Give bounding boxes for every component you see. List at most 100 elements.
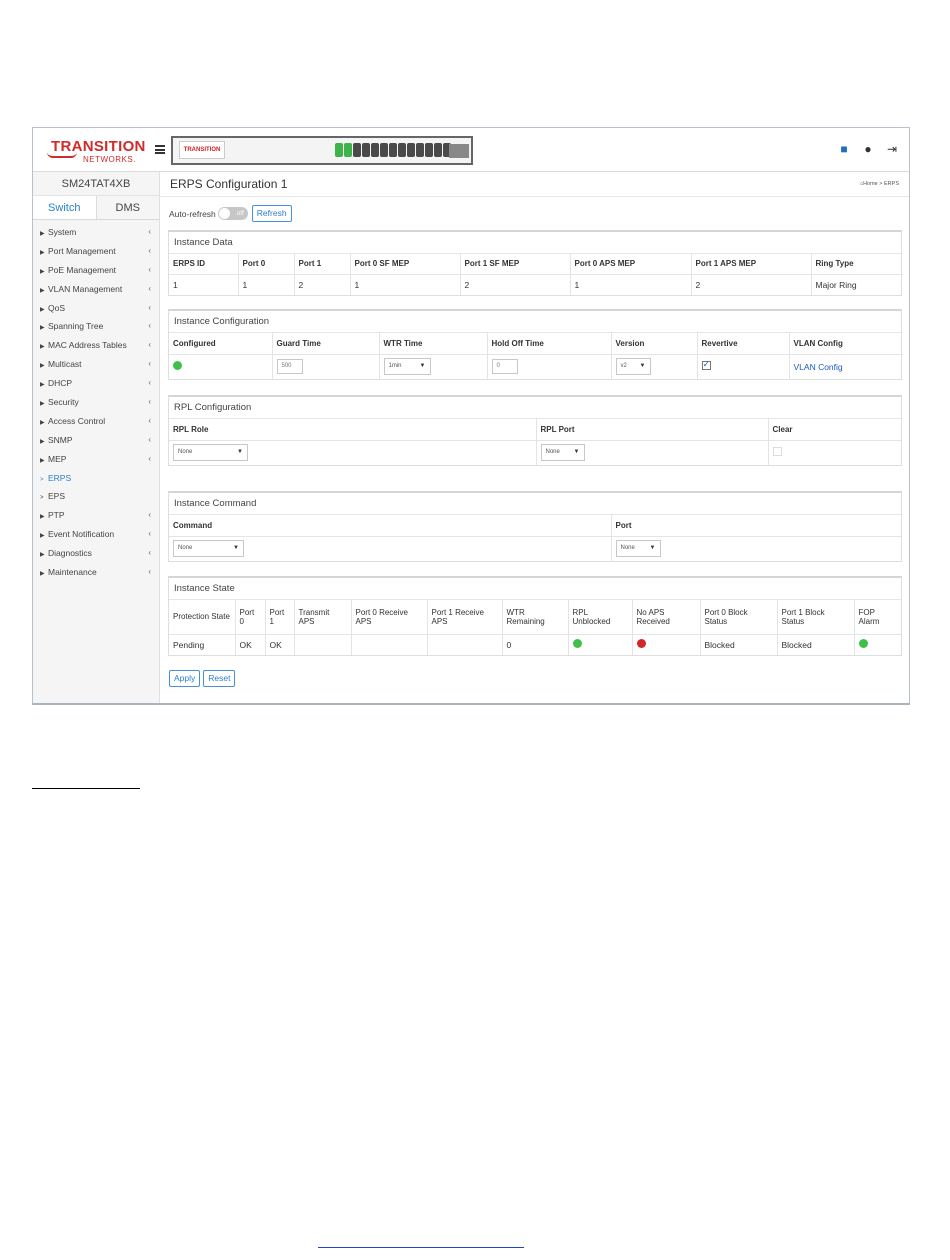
port1-receive-aps-value	[427, 634, 503, 655]
column-header: VLAN Config	[789, 333, 903, 355]
column-header: RPL Port	[536, 419, 769, 441]
sidebar-item-mac-address-tables[interactable]: ▶ MAC Address Tables ‹	[33, 336, 159, 355]
column-header: Port 1	[265, 600, 295, 635]
auto-refresh-label: Auto-refresh	[169, 208, 216, 219]
column-header: RPL Unblocked	[568, 600, 633, 635]
chevron-left-icon: ‹	[148, 227, 151, 236]
logout-icon[interactable]: ⇥	[885, 142, 899, 156]
table-cell: 1	[350, 274, 461, 295]
sidebar-item-dhcp[interactable]: ▶ DHCP ‹	[33, 374, 159, 393]
guard-time-input[interactable]: 500	[276, 359, 303, 375]
sidebar-item-ptp[interactable]: ▶ PTP ‹	[33, 506, 159, 525]
sidebar-item-access-control[interactable]: ▶ Access Control ‹	[33, 412, 159, 431]
refresh-button[interactable]: Refresh	[251, 205, 292, 222]
sidebar-item-poe-management[interactable]: ▶ PoE Management ‹	[33, 261, 159, 280]
fop-alarm-indicator	[858, 639, 868, 649]
sidebar-item-port-management[interactable]: ▶ Port Management ‹	[33, 242, 159, 261]
wtr-remaining-value: 0	[502, 634, 569, 655]
rpl-port-select[interactable]: None ▼	[540, 444, 585, 462]
section-title: Instance Configuration	[169, 311, 901, 333]
column-header: Hold Off Time	[487, 333, 612, 355]
menu-toggle-icon[interactable]	[155, 145, 165, 154]
column-header: Port 1 Receive APS	[427, 600, 503, 635]
clear-checkbox[interactable]	[772, 447, 782, 457]
sidebar-item-vlan-management[interactable]: ▶ VLAN Management ‹	[33, 280, 159, 299]
section-title: Instance State	[169, 578, 901, 600]
protection-state-value: Pending	[169, 634, 236, 655]
help-icon[interactable]: ●	[861, 142, 875, 156]
command-select[interactable]: None ▼	[173, 540, 244, 558]
sidebar-item-mep[interactable]: ▶ MEP ‹	[33, 450, 159, 469]
configured-status-indicator	[173, 361, 182, 371]
app-window: TRANSITION NETWORKS. TRANSITION ■ ● ⇥ SM…	[32, 127, 910, 705]
table-cell: 2	[460, 274, 571, 295]
column-header: Port 1 SF MEP	[460, 254, 571, 275]
no-aps-received-indicator	[636, 639, 646, 649]
table-cell: 1	[570, 274, 692, 295]
save-icon[interactable]: ■	[837, 142, 851, 156]
instance-command-section: Instance Command Command Port None ▼ None…	[168, 491, 902, 562]
column-header: WTR Time	[379, 333, 488, 355]
port0-state-value: OK	[235, 634, 266, 655]
column-header: Protection State	[169, 600, 236, 635]
apply-button[interactable]: Apply	[169, 670, 201, 687]
revertive-checkbox[interactable]	[701, 359, 711, 371]
wtr-time-select[interactable]: 1min ▼	[383, 358, 431, 376]
instance-state-section: Instance State Protection State Port 0 P…	[168, 576, 902, 656]
sidebar-item-eps[interactable]: > EPS	[33, 487, 159, 506]
column-header: Version	[611, 333, 698, 355]
breadcrumb: ⌂Home > ERPS	[859, 181, 899, 187]
reset-button[interactable]: Reset	[203, 670, 236, 687]
table-row: None ▼ None ▼	[169, 536, 901, 561]
rpl-unblocked-indicator	[572, 639, 582, 649]
logo-subtext: NETWORKS.	[83, 155, 136, 164]
transition-networks-logo: TRANSITION NETWORKS.	[47, 136, 145, 166]
document-link-underline	[318, 1247, 524, 1248]
column-header: Port 1 APS MEP	[691, 254, 812, 275]
sidebar-item-snmp[interactable]: ▶ SNMP ‹	[33, 431, 159, 450]
section-title: Instance Command	[169, 493, 901, 515]
column-header: Transmit APS	[294, 600, 352, 635]
sidebar-item-erps[interactable]: > ERPS	[33, 469, 159, 488]
column-header: Clear	[768, 419, 901, 441]
column-header: Ring Type	[811, 254, 903, 275]
column-header: Port 0 APS MEP	[570, 254, 692, 275]
sidebar-menu: ▶ System ‹ ▶ Port Management ‹ ▶ PoE Manageme…	[33, 223, 159, 582]
column-header: Port 0	[235, 600, 266, 635]
instance-command-table: Command Port None ▼ None ▼	[169, 515, 901, 561]
sidebar-item-diagnostics[interactable]: ▶ Diagnostics ‹	[33, 544, 159, 563]
column-header: Port 0 SF MEP	[350, 254, 461, 275]
section-title: RPL Configuration	[169, 397, 901, 419]
command-port-select[interactable]: None ▼	[615, 540, 661, 558]
tab-dms[interactable]: DMS	[97, 196, 160, 219]
top-header: TRANSITION NETWORKS. TRANSITION ■ ● ⇥	[33, 128, 909, 172]
page-title: ERPS Configuration 1	[170, 177, 288, 191]
tab-switch[interactable]: Switch	[33, 196, 97, 219]
sidebar-item-system[interactable]: ▶ System ‹	[33, 223, 159, 242]
column-header: Port 0 Block Status	[700, 600, 778, 635]
rpl-role-select[interactable]: None ▼	[173, 444, 248, 462]
table-cell: 1	[238, 274, 295, 295]
column-header: Port	[611, 515, 901, 537]
version-select[interactable]: v2 ▼	[615, 358, 651, 376]
hold-off-time-input[interactable]: 0	[491, 359, 518, 375]
instance-state-table: Protection State Port 0 Port 1 Transmit …	[169, 600, 901, 655]
sidebar-item-multicast[interactable]: ▶ Multicast ‹	[33, 355, 159, 374]
sidebar-item-maintenance[interactable]: ▶ Maintenance ‹	[33, 563, 159, 582]
table-row: Pending OK OK 0 Blocked Blocked	[169, 634, 901, 655]
document-rule	[32, 788, 140, 789]
sidebar-item-qos[interactable]: ▶ QoS ‹	[33, 299, 159, 318]
sidebar-item-event-notification[interactable]: ▶ Event Notification ‹	[33, 525, 159, 544]
sidebar-item-security[interactable]: ▶ Security ‹	[33, 393, 159, 412]
column-header: Port 0	[238, 254, 295, 275]
auto-refresh-toggle[interactable]: off	[217, 207, 248, 220]
column-header: Guard Time	[272, 333, 380, 355]
vlan-config-link[interactable]: VLAN Config	[794, 362, 843, 372]
breadcrumb-home[interactable]: Home	[863, 181, 878, 187]
instance-data-section: Instance Data ERPS ID Port 0 Port 1 Port…	[168, 230, 903, 296]
sidebar-item-spanning-tree[interactable]: ▶ Spanning Tree ‹	[33, 317, 159, 336]
port-leds	[335, 143, 451, 159]
sfp-ports	[449, 144, 469, 158]
column-header: Revertive	[697, 333, 790, 355]
column-header: Command	[169, 515, 612, 537]
